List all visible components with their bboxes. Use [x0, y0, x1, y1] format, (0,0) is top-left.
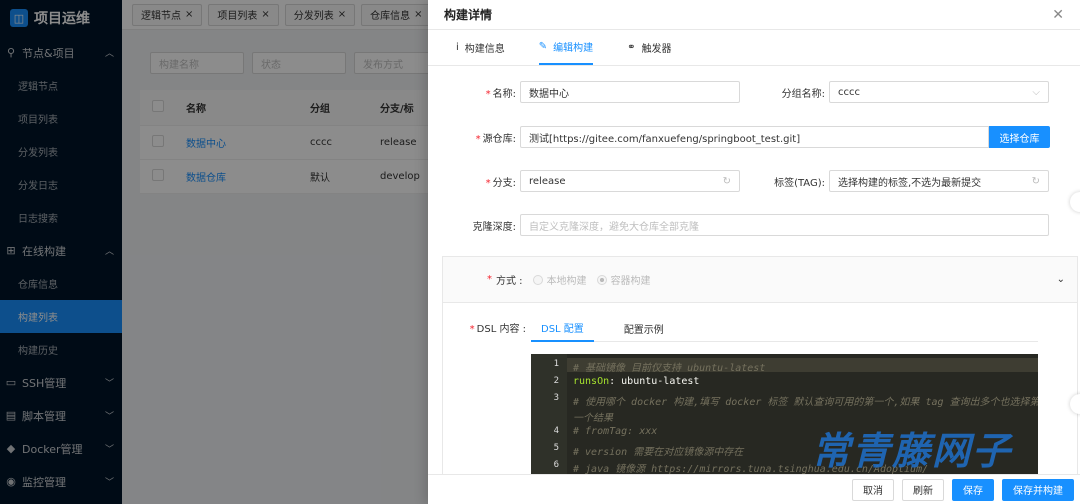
code-line: # 使用哪个 docker 构建,填写 docker 标签 默认查询可用的第一个…	[573, 397, 1038, 408]
depth-label: 克隆深度:	[472, 221, 516, 233]
tag-label: 标签(TAG):	[774, 177, 825, 189]
save-button[interactable]: 保存	[952, 478, 994, 501]
code-line: # fromTag: xxx	[573, 426, 658, 437]
dsl-label: DSL 内容 :	[476, 324, 526, 335]
method-label: 方式 :	[496, 276, 523, 287]
cancel-button[interactable]: 取消	[852, 478, 894, 501]
drawer-tabs: i 构建信息 ✎ 编辑构建 ⚭ 触发器	[428, 30, 1080, 66]
edit-icon: ✎	[538, 40, 548, 52]
chevron-down-icon: ⌵	[1032, 86, 1040, 98]
name-label: 名称:	[492, 88, 516, 100]
dsl-tabs: DSL 配置 配置示例	[531, 314, 1038, 342]
name-row: * 名称: 数据中心	[430, 81, 740, 103]
code-line: # 基础镜像 目前仅支持 ubuntu-latest	[573, 363, 766, 374]
code-line: # version 需要在对应镜像源中存在	[573, 447, 744, 458]
group-label: 分组名称:	[781, 88, 825, 100]
modal-mask[interactable]	[0, 0, 428, 504]
depth-row: 克隆深度: 自定义克隆深度，避免大仓库全部克隆	[430, 214, 1049, 236]
repo-input[interactable]: 测试[https://gitee.com/fanxuefeng/springbo…	[520, 126, 989, 148]
tab-dsl-config[interactable]: DSL 配置	[531, 314, 594, 342]
link-icon: ⚭	[627, 41, 636, 53]
drawer-footer: 取消 刷新 保存 保存并构建	[428, 474, 1080, 504]
info-icon: i	[456, 41, 459, 53]
close-icon[interactable]: ✕	[1052, 7, 1064, 23]
branch-label: 分支:	[492, 177, 516, 189]
branch-select[interactable]: release ↻	[520, 170, 740, 192]
refresh-button[interactable]: 刷新	[902, 478, 944, 501]
method-header[interactable]: * 方式 : 本地构建 容器构建 ⌄	[443, 257, 1077, 303]
tab-build-info[interactable]: i 构建信息	[456, 29, 505, 65]
branch-row: * 分支: release ↻	[430, 170, 740, 192]
code-line: runsOn: ubuntu-latest	[573, 376, 700, 387]
radio-local[interactable]	[532, 274, 543, 285]
select-repo-button[interactable]: 选择仓库	[989, 126, 1050, 148]
code-line: 一个结果	[573, 413, 613, 424]
drawer-title: 构建详情	[444, 8, 493, 22]
radio-container[interactable]	[596, 274, 607, 285]
group-row: 分组名称: cccc ⌵	[745, 81, 1049, 103]
tab-edit-build[interactable]: ✎ 编辑构建	[538, 29, 594, 65]
name-input[interactable]: 数据中心	[520, 81, 740, 103]
tag-select[interactable]: 选择构建的标签,不选为最新提交 ↻	[829, 170, 1049, 192]
refresh-icon[interactable]: ↻	[723, 176, 731, 187]
watermark: 常青藤网子	[812, 429, 1013, 473]
chevron-down-icon[interactable]: ⌄	[1057, 274, 1065, 285]
tag-row: 标签(TAG): 选择构建的标签,不选为最新提交 ↻	[745, 170, 1049, 192]
dsl-row: * DSL 内容 :	[469, 324, 526, 335]
repo-label: 源仓库:	[482, 133, 516, 145]
drawer-header: 构建详情 ✕	[428, 0, 1080, 30]
tab-config-example[interactable]: 配置示例	[624, 314, 664, 342]
group-select[interactable]: cccc ⌵	[829, 81, 1049, 103]
clone-depth-input[interactable]: 自定义克隆深度，避免大仓库全部克隆	[520, 214, 1049, 236]
line-gutter	[531, 354, 567, 474]
save-and-build-button[interactable]: 保存并构建	[1002, 478, 1074, 501]
repo-row: * 源仓库: 测试[https://gitee.com/fanxuefeng/sp…	[430, 126, 1050, 148]
refresh-icon[interactable]: ↻	[1032, 176, 1040, 187]
tab-trigger[interactable]: ⚭ 触发器	[627, 29, 671, 65]
